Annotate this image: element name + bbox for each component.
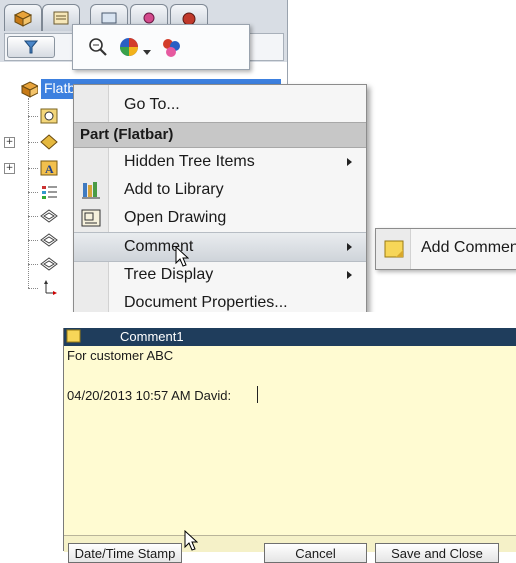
design-binder-icon[interactable] xyxy=(40,133,58,151)
part-icon xyxy=(20,80,38,98)
tree-connector xyxy=(28,168,38,169)
save-and-close-button[interactable]: Save and Close xyxy=(375,543,499,563)
feature-manager-screenshot: Flatb + + A Go To... Part (Flatbar) Hidd… xyxy=(0,0,516,312)
tree-connector xyxy=(28,98,29,288)
submenu-arrow-icon xyxy=(347,243,352,251)
filter-icon xyxy=(24,40,38,54)
tree-connector xyxy=(28,142,38,143)
date-time-stamp-button[interactable]: Date/Time Stamp xyxy=(68,543,182,563)
add-to-library-icon xyxy=(82,182,100,199)
comment-line: For customer ABC xyxy=(67,348,174,363)
mouse-cursor-icon xyxy=(184,530,198,551)
scene-icon[interactable] xyxy=(159,35,183,59)
comment-footer: Date/Time Stamp Cancel Save and Close xyxy=(64,530,516,563)
submenu-arrow-icon xyxy=(347,158,352,166)
tab-feature-manager[interactable] xyxy=(4,4,42,31)
comment-submenu: Add Commen xyxy=(375,228,516,270)
tree-connector xyxy=(28,288,38,289)
chevron-down-icon[interactable] xyxy=(143,43,151,55)
text-caret xyxy=(257,386,258,403)
comment-title: Comment1 xyxy=(120,329,184,344)
menu-item-hidden-tree-items[interactable]: Hidden Tree Items xyxy=(74,148,366,176)
menu-section-header: Part (Flatbar) xyxy=(74,122,366,148)
tree-connector xyxy=(28,240,38,241)
tree-connector xyxy=(28,192,38,193)
comment-window: Comment1 For customer ABC 04/20/2013 10:… xyxy=(63,328,516,563)
menu-item-open-drawing[interactable]: Open Drawing xyxy=(74,204,366,232)
annotations-icon[interactable]: A xyxy=(40,159,58,177)
cancel-button[interactable]: Cancel xyxy=(264,543,367,563)
tree-connector xyxy=(28,216,38,217)
tree-connector xyxy=(28,116,38,117)
comment-line: 04/20/2013 10:57 AM David: xyxy=(67,388,232,403)
drawing-icon xyxy=(81,209,101,227)
appearance-icon[interactable] xyxy=(117,35,141,59)
expand-icon[interactable]: + xyxy=(4,163,15,174)
submenu-arrow-icon xyxy=(347,271,352,279)
zoom-to-selection-icon[interactable] xyxy=(87,36,109,58)
menu-item-go-to[interactable]: Go To... xyxy=(74,91,366,119)
property-icon xyxy=(53,11,69,25)
menu-item-add-to-library[interactable]: Add to Library xyxy=(74,176,366,204)
svg-text:A: A xyxy=(45,162,54,176)
tree-connector xyxy=(28,264,38,265)
expand-icon[interactable]: + xyxy=(4,137,15,148)
submenu-item-add-comment[interactable]: Add Commen xyxy=(376,229,516,269)
sensors-icon[interactable] xyxy=(40,107,58,125)
filter-button[interactable] xyxy=(7,36,55,58)
comment-text-area[interactable]: For customer ABC 04/20/2013 10:57 AM Dav… xyxy=(67,348,507,508)
menu-item-tree-display[interactable]: Tree Display xyxy=(74,261,366,289)
comment-note-icon xyxy=(66,329,81,343)
part-icon xyxy=(13,10,33,27)
mouse-cursor-icon xyxy=(175,246,189,267)
context-toolbar xyxy=(72,24,250,70)
material-icon[interactable] xyxy=(40,183,58,201)
tree-root-label: Flatb xyxy=(44,80,76,96)
context-menu: Go To... Part (Flatbar) Hidden Tree Item… xyxy=(73,84,367,312)
menu-item-document-properties[interactable]: Document Properties... xyxy=(74,289,366,312)
origin-icon[interactable] xyxy=(40,279,58,297)
comment-titlebar[interactable]: Comment1 xyxy=(64,328,516,346)
plane-icon[interactable] xyxy=(40,207,58,225)
plane-icon[interactable] xyxy=(40,231,58,249)
menu-item-comment[interactable]: Comment xyxy=(74,232,366,262)
plane-icon[interactable] xyxy=(40,255,58,273)
